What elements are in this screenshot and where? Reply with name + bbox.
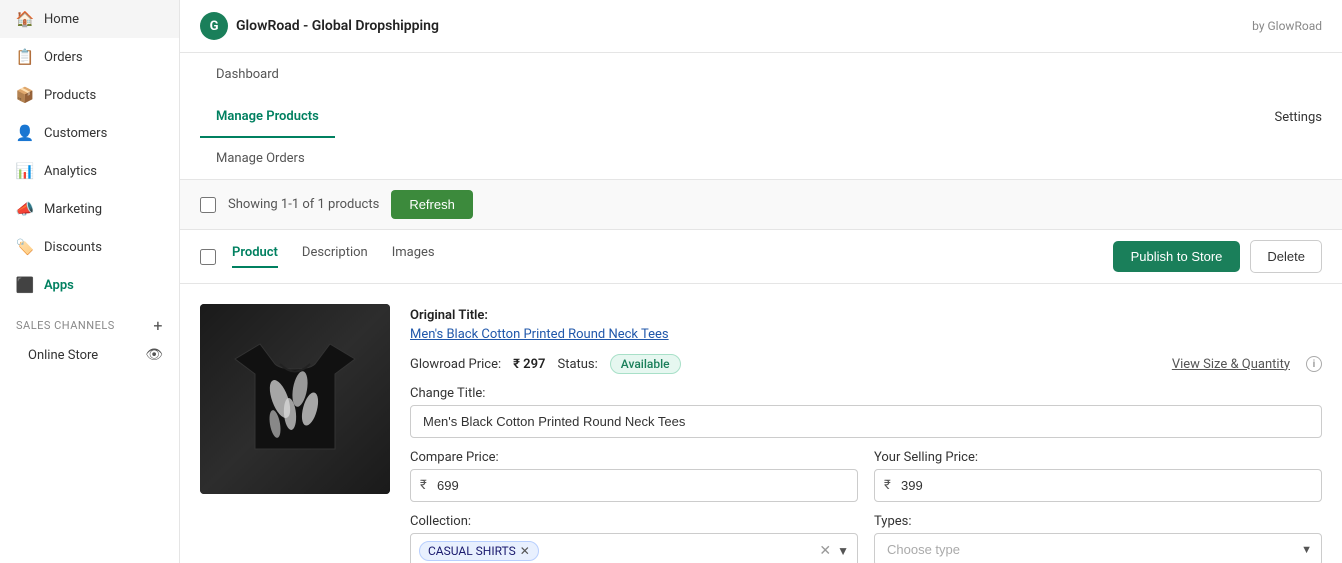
sidebar-item-apps[interactable]: ⬛ Apps — [0, 266, 179, 304]
selling-price-input[interactable] — [874, 469, 1322, 502]
online-store-label: Online Store — [28, 348, 98, 363]
sidebar-item-label-apps: Apps — [44, 278, 74, 293]
collection-tag-text: CASUAL SHIRTS — [428, 544, 516, 558]
selling-price-wrapper: ₹ — [874, 469, 1322, 502]
selling-price-label: Your Selling Price: — [874, 450, 1322, 465]
sidebar-item-label-customers: Customers — [44, 126, 107, 141]
sales-channels-label: SALES CHANNELS — [16, 319, 115, 332]
sidebar-item-products[interactable]: 📦 Products — [0, 76, 179, 114]
product-tab-product[interactable]: Product — [232, 245, 278, 268]
tab-dashboard[interactable]: Dashboard — [200, 53, 335, 96]
product-tshirt-svg — [225, 329, 365, 469]
home-icon: 🏠 — [16, 10, 34, 28]
sidebar-item-label-discounts: Discounts — [44, 240, 102, 255]
settings-link[interactable]: Settings — [1275, 96, 1322, 137]
product-tab-images[interactable]: Images — [392, 245, 435, 268]
types-label: Types: — [874, 514, 1322, 529]
select-all-checkbox[interactable] — [200, 197, 216, 213]
compare-price-input[interactable] — [410, 469, 858, 502]
collection-input-wrapper[interactable]: CASUAL SHIRTS ✕ ✕ ▼ — [410, 533, 858, 563]
sidebar-item-orders[interactable]: 📋 Orders — [0, 38, 179, 76]
collection-field: Collection: CASUAL SHIRTS ✕ ✕ ▼ — [410, 514, 858, 563]
change-title-label: Change Title: — [410, 386, 1322, 401]
glowroad-price-value: ₹ 297 — [513, 357, 545, 372]
sidebar-item-label-marketing: Marketing — [44, 202, 102, 217]
sidebar-item-label-home: Home — [44, 12, 79, 27]
sidebar-item-home[interactable]: 🏠 Home — [0, 0, 179, 38]
delete-button[interactable]: Delete — [1250, 240, 1322, 273]
collection-types-row: Collection: CASUAL SHIRTS ✕ ✕ ▼ — [410, 514, 1322, 563]
product-card: Original Title: Men's Black Cotton Print… — [180, 284, 1342, 563]
publish-to-store-button[interactable]: Publish to Store — [1113, 241, 1241, 272]
products-icon: 📦 — [16, 86, 34, 104]
customers-icon: 👤 — [16, 124, 34, 142]
discounts-icon: 🏷️ — [16, 238, 34, 256]
sidebar-item-label-products: Products — [44, 88, 96, 103]
row-actions: Publish to Store Delete — [1113, 240, 1322, 273]
product-tab-description[interactable]: Description — [302, 245, 368, 268]
types-select-wrapper: Choose type ▼ — [874, 533, 1322, 563]
apps-icon: ⬛ — [16, 276, 34, 294]
price-status-row: Glowroad Price: ₹ 297 Status: Available … — [410, 354, 1322, 374]
refresh-button[interactable]: Refresh — [391, 190, 473, 219]
collection-tag-remove-button[interactable]: ✕ — [520, 544, 530, 558]
collection-tag-chip: CASUAL SHIRTS ✕ — [419, 541, 539, 561]
collection-controls: ✕ ▼ — [819, 543, 849, 559]
product-tabs: Product Description Images — [232, 245, 435, 268]
sidebar-item-label-analytics: Analytics — [44, 164, 97, 179]
product-details: Original Title: Men's Black Cotton Print… — [410, 304, 1322, 563]
sidebar-item-discounts[interactable]: 🏷️ Discounts — [0, 228, 179, 266]
sidebar-item-label-orders: Orders — [44, 50, 83, 65]
app-logo: G — [200, 12, 228, 40]
glowroad-price-label: Glowroad Price: — [410, 357, 501, 372]
types-select[interactable]: Choose type — [874, 533, 1322, 563]
marketing-icon: 📣 — [16, 200, 34, 218]
view-size-link[interactable]: View Size & Quantity — [1172, 357, 1290, 372]
add-sales-channel-button[interactable]: + — [153, 316, 163, 335]
app-title: GlowRoad - Global Dropshipping — [236, 18, 439, 34]
original-title-label: Original Title: — [410, 308, 488, 323]
main-content: G GlowRoad - Global Dropshipping by Glow… — [180, 0, 1342, 563]
status-badge: Available — [610, 354, 681, 374]
compare-price-label: Compare Price: — [410, 450, 858, 465]
price-fields-row: Compare Price: ₹ Your Selling Price: ₹ — [410, 450, 1322, 502]
product-area: Product Description Images Publish to Stor… — [180, 230, 1342, 563]
toolbar: Showing 1-1 of 1 products Refresh — [180, 180, 1342, 230]
selling-price-currency: ₹ — [884, 478, 891, 493]
collection-label: Collection: — [410, 514, 858, 529]
product-title-link[interactable]: Men's Black Cotton Printed Round Neck Te… — [410, 327, 669, 342]
product-select-checkbox[interactable] — [200, 249, 216, 265]
main-tabs: DashboardManage ProductsManage Orders Se… — [180, 53, 1342, 180]
sidebar-item-marketing[interactable]: 📣 Marketing — [0, 190, 179, 228]
eye-icon[interactable]: 👁 — [145, 347, 163, 363]
tab-manage-products[interactable]: Manage Products — [200, 95, 335, 138]
app-header: G GlowRoad - Global Dropshipping by Glow… — [180, 0, 1342, 53]
info-icon[interactable]: i — [1306, 356, 1322, 372]
change-title-field: Change Title: — [410, 386, 1322, 438]
status-label: Status: — [557, 357, 597, 372]
types-field: Types: Choose type ▼ — [874, 514, 1322, 563]
original-title-row: Original Title: Men's Black Cotton Print… — [410, 304, 1322, 342]
compare-price-field: Compare Price: ₹ — [410, 450, 858, 502]
tab-manage-orders[interactable]: Manage Orders — [200, 137, 335, 180]
collection-dropdown-button[interactable]: ▼ — [837, 544, 849, 558]
selling-price-field: Your Selling Price: ₹ — [874, 450, 1322, 502]
sidebar: 🏠 Home 📋 Orders 📦 Products 👤 Customers 📊 Analytic… — [0, 0, 180, 563]
product-image-placeholder — [200, 304, 390, 494]
product-row-header: Product Description Images Publish to Stor… — [180, 230, 1342, 284]
compare-price-wrapper: ₹ — [410, 469, 858, 502]
compare-price-currency: ₹ — [420, 478, 427, 493]
sales-channels-section: SALES CHANNELS + — [0, 304, 179, 339]
collection-clear-button[interactable]: ✕ — [819, 543, 831, 559]
showing-text: Showing 1-1 of 1 products — [228, 197, 379, 212]
sidebar-sub-item-online-store[interactable]: Online Store 👁 — [0, 339, 179, 371]
orders-icon: 📋 — [16, 48, 34, 66]
product-image — [200, 304, 390, 494]
analytics-icon: 📊 — [16, 162, 34, 180]
app-header-by: by GlowRoad — [1252, 19, 1322, 33]
change-title-input[interactable] — [410, 405, 1322, 438]
sidebar-item-analytics[interactable]: 📊 Analytics — [0, 152, 179, 190]
sidebar-item-customers[interactable]: 👤 Customers — [0, 114, 179, 152]
